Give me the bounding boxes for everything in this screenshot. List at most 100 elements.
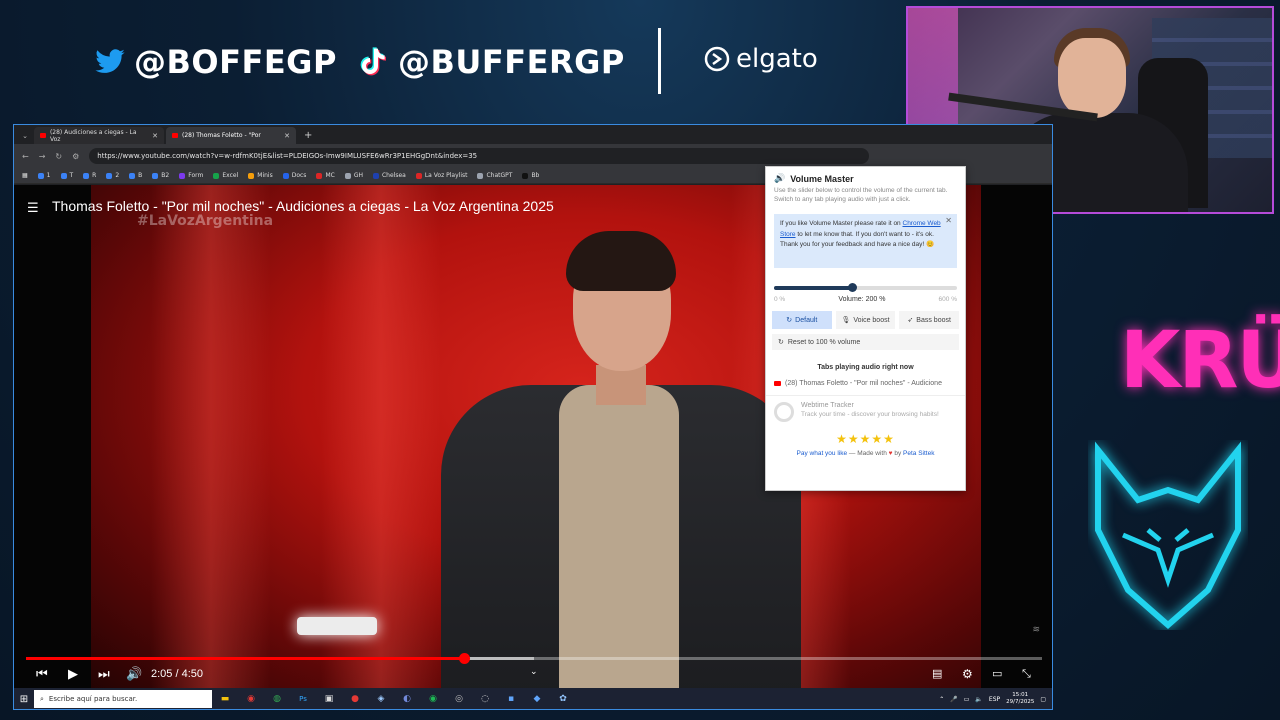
url-input[interactable]: https://www.youtube.com/watch?v=w-rdfmK0… [89,148,870,164]
playlist-icon[interactable]: ☰ [27,201,39,216]
audio-tab-item[interactable]: (28) Thomas Foletto - "Por mil noches" -… [766,371,965,387]
time-display: 2:05 / 4:50 [151,668,203,680]
volume-scale: 0 % Volume: 200 % 600 % [766,290,965,303]
elgato-text: elgato [736,44,818,74]
app-icon-red[interactable]: ◉ [238,688,264,709]
subtitles-icon[interactable]: ▤ [932,667,942,680]
file-explorer-icon[interactable]: ▬ [212,688,238,709]
chrome-icon[interactable]: ◍ [264,688,290,709]
back-icon[interactable]: ← [22,152,29,161]
promo-subtitle: Track your time - discover your browsing… [801,411,939,418]
video-title[interactable]: Thomas Foletto - "Por mil noches" - Audi… [52,198,554,214]
app-icon-droplet[interactable]: ◆ [524,688,550,709]
browser-tab-2[interactable]: (28) Thomas Foletto - "Por ✕ [166,127,296,144]
pay-what-you-like-link[interactable]: Pay what you like [797,450,848,457]
bookmark-la-voz-playlist[interactable]: La Voz Playlist [415,172,467,179]
volume-max-label: 600 % [938,296,957,303]
bookmark-gh[interactable]: GH [344,172,363,179]
mic-icon[interactable]: 🎤 [950,696,957,703]
brand-logo: KRÜ [1120,316,1280,406]
mode-bass-boost-button[interactable]: ➶ Bass boost [899,311,960,329]
language-indicator[interactable]: ESP [989,696,1000,703]
bookmark-t[interactable]: T [60,172,73,179]
site-info-icon[interactable]: ⚙ [72,152,79,161]
rocket-icon: ➶ [907,317,914,324]
reload-icon[interactable]: ↻ [55,152,62,161]
fox-logo-icon [1095,441,1241,629]
spotify-icon[interactable]: ◉ [420,688,446,709]
mode-voice-boost-button[interactable]: 🎙 Voice boost [835,311,896,329]
volume-icon[interactable]: 🔊 [126,667,142,682]
volume-master-description: Use the slider below to control the volu… [774,187,948,203]
tab-search-icon[interactable]: ⌄ [18,127,32,144]
overlay-divider [658,28,661,94]
notifications-icon[interactable]: ▢ [1040,696,1046,703]
exit-fullscreen-icon[interactable]: ⤡ [1022,667,1031,681]
bookmark-bb[interactable]: Bb [522,172,539,179]
bookmark-chelsea[interactable]: Chelsea [372,172,406,179]
taskbar-clock[interactable]: 15:01 29/7/2025 [1006,692,1034,706]
youtube-favicon-icon [172,133,178,138]
elgato-icon [704,46,730,72]
windows-start-icon[interactable]: ⊞ [14,688,34,709]
bookmark-chatgpt[interactable]: ChatGPT [477,172,512,179]
search-icon: ⌕ [40,694,44,703]
progress-bar[interactable] [26,653,1042,664]
audio-tabs-heading: Tabs playing audio right now [817,364,914,371]
reset-volume-button[interactable]: ↻ Reset to 100 % volume [772,334,959,350]
previous-icon[interactable]: ⏮ [36,667,48,682]
webtime-tracker-icon [774,402,794,422]
app-icon-network[interactable]: ✿ [550,688,576,709]
chapter-chevron-icon[interactable]: ⌄ [530,667,538,677]
close-notice-icon[interactable]: ✕ [945,216,952,227]
volume-current-label: Volume: 200 % [838,296,886,303]
close-tab-icon[interactable]: ✕ [152,132,158,140]
photoshop-icon[interactable]: Ps [290,688,316,709]
settings-gear-icon[interactable]: ⚙ [962,667,973,681]
bookmark-r[interactable]: R [83,172,96,179]
obs-icon[interactable]: ◌ [472,688,498,709]
app-icon-blue[interactable]: ▪ [498,688,524,709]
tray-chevron-icon[interactable]: ⌃ [939,696,944,703]
speaker-icon[interactable]: 🔈 [975,696,982,703]
bookmark-2[interactable]: 2 [106,172,119,179]
twitter-handle: @BOFFEGP [94,38,337,86]
close-tab-icon[interactable]: ✕ [284,132,290,140]
player-controls: ⏮ ▶ ⏭ 🔊 2:05 / 4:50 ⌄ ▤ ⚙ ▭ ⤡ [14,663,1052,687]
twitter-handle-text: @BOFFEGP [134,43,337,81]
eq-mode-group: ↻ Default 🎙 Voice boost ➶ Bass boost [766,303,965,329]
bookmark-minis[interactable]: Minis [248,172,273,179]
webtime-tracker-promo[interactable]: Webtime Tracker Track your time - discov… [766,395,965,422]
cast-icon[interactable]: ▭ [992,667,1002,680]
video-hashtag: #LaVozArgentina [137,213,274,229]
new-tab-icon[interactable]: + [298,127,318,144]
bookmark-docs[interactable]: Docs [282,172,306,179]
app-icon-record[interactable]: ● [342,688,368,709]
bookmark-excel[interactable]: Excel [213,172,238,179]
author-link[interactable]: Peta Sittek [903,450,934,457]
tiktok-handle: @BUFFERGP [358,38,625,86]
volume-slider-fill [774,286,853,290]
bookmark-form[interactable]: Form [179,172,203,179]
epic-games-icon[interactable]: ▣ [316,688,342,709]
bookmark-b[interactable]: B [129,172,142,179]
apps-icon[interactable]: ▦ [22,172,28,179]
next-icon[interactable]: ⏭ [98,667,110,682]
steam-icon[interactable]: ◈ [368,688,394,709]
bookmark-1[interactable]: 1 [37,172,51,179]
app-icon-gray[interactable]: ◎ [446,688,472,709]
youtube-favicon-icon [40,133,46,138]
promo-title: Webtime Tracker [801,402,854,409]
forward-icon[interactable]: → [39,152,46,161]
network-icon[interactable]: ▭ [964,696,970,703]
mode-default-button[interactable]: ↻ Default [772,311,832,329]
discord-icon[interactable]: ◐ [394,688,420,709]
rating-stars[interactable]: ★★★★★ [766,422,965,446]
reset-icon: ↻ [778,339,784,346]
bookmark-b2[interactable]: B2 [152,172,169,179]
play-icon[interactable]: ▶ [68,667,78,682]
bookmark-mc[interactable]: MC [316,172,335,179]
browser-tab-1[interactable]: (28) Audiciones a ciegas - La Voz ✕ [34,127,164,144]
volume-slider[interactable] [774,283,957,292]
taskbar-search[interactable]: ⌕ Escribe aquí para buscar. [34,690,212,708]
